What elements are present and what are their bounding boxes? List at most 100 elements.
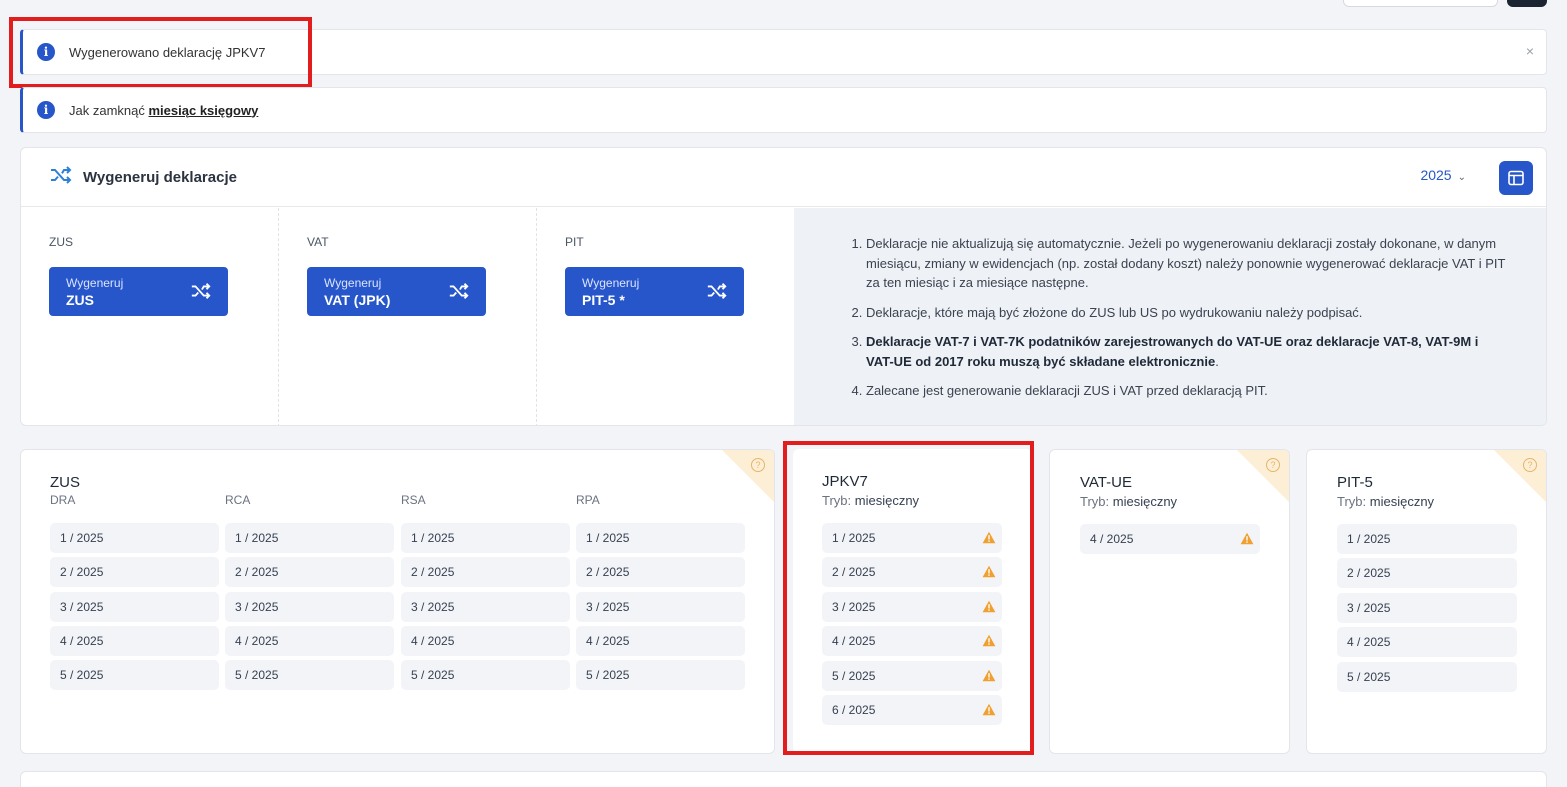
col-label: ZUS	[49, 235, 73, 249]
generate-header: Wygeneruj deklaracje 2025 ⌄	[21, 148, 1546, 207]
period-item[interactable]: 2 / 2025	[225, 557, 394, 588]
period-label: 5 / 2025	[832, 668, 876, 683]
period-item[interactable]: 3 / 2025	[225, 591, 394, 622]
period-item[interactable]: 3 / 2025	[1337, 592, 1517, 623]
period-item[interactable]: 4 / 2025	[225, 625, 394, 656]
year-select[interactable]: 2025 ⌄	[1420, 167, 1466, 183]
period-label: 2 / 2025	[586, 565, 630, 580]
help-corner	[722, 450, 774, 502]
period-label: 5 / 2025	[411, 668, 455, 683]
alert-generated-text: Wygenerowano deklarację JPKV7	[69, 44, 266, 60]
help-icon[interactable]: ?	[1523, 458, 1537, 472]
jpk-title: JPKV7	[822, 473, 868, 490]
shuffle-icon	[190, 281, 212, 306]
period-item[interactable]: 5 / 2025	[225, 660, 394, 691]
note-item: Deklaracje nie aktualizują się automatyc…	[866, 234, 1506, 293]
warning-icon-wrap	[982, 669, 996, 685]
period-item[interactable]: 3 / 2025	[576, 591, 745, 622]
top-secondary-button[interactable]	[1343, 0, 1498, 7]
month-close-link[interactable]: miesiąc księgowy	[149, 103, 259, 118]
period-item[interactable]: 4 / 2025	[401, 625, 570, 656]
mode-value: miesięczny	[1369, 494, 1435, 509]
btn-big-label: VAT (JPK)	[324, 292, 391, 308]
period-item[interactable]: 1 / 2025	[822, 523, 1002, 553]
period-label: 1 / 2025	[1347, 532, 1391, 546]
period-item[interactable]: 3 / 2025	[401, 591, 570, 622]
period-item[interactable]: 3 / 2025	[50, 591, 219, 622]
generate-zus-button[interactable]: Wygeneruj ZUS	[49, 267, 228, 316]
period-item[interactable]: 5 / 2025	[576, 660, 745, 691]
period-item[interactable]: 5 / 2025	[822, 660, 1002, 691]
period-label: 5 / 2025	[235, 668, 279, 683]
pit-card: ? PIT-5 Tryb: miesięczny 1 / 2025 2 / 202…	[1306, 449, 1547, 754]
notes-list: Deklaracje nie aktualizują się automatyc…	[866, 234, 1506, 411]
period-item[interactable]: 2 / 2025	[576, 557, 745, 588]
period-label: 5 / 2025	[1347, 669, 1391, 684]
btn-small-label: Wygeneruj	[66, 276, 124, 290]
warning-icon-wrap	[1240, 532, 1254, 548]
generate-col-vat: VAT Wygeneruj VAT (JPK)	[279, 208, 537, 425]
pit-title: PIT-5	[1337, 474, 1373, 491]
warning-icon	[982, 566, 996, 578]
period-item[interactable]: 5 / 2025	[50, 660, 219, 691]
period-item[interactable]: 1 / 2025	[225, 523, 394, 553]
alert-howto-text: Jak zamknąć miesiąc księgowy	[69, 103, 258, 118]
period-label: 6 / 2025	[832, 703, 876, 717]
period-item[interactable]: 6 / 2025	[822, 695, 1002, 725]
period-item[interactable]: 2 / 2025	[1337, 558, 1517, 589]
generate-panel: Wygeneruj deklaracje 2025 ⌄ ZUS Wygeneruj…	[20, 147, 1547, 426]
info-icon: i	[37, 43, 55, 61]
warning-icon-wrap	[982, 600, 996, 616]
mode-value: miesięczny	[1112, 494, 1178, 509]
period-item[interactable]: 4 / 2025	[1080, 524, 1260, 554]
next-panel	[20, 771, 1547, 787]
zus-title: ZUS	[50, 474, 80, 491]
period-label: 4 / 2025	[1090, 532, 1134, 546]
zus-card: ? ZUS DRA 1 / 2025 2 / 2025 3 / 2025 4 / 202…	[20, 449, 775, 754]
period-label: 4 / 2025	[832, 634, 876, 649]
note-tail: .	[1215, 353, 1219, 369]
notes-panel: Deklaracje nie aktualizują się automatyc…	[794, 208, 1546, 425]
period-item[interactable]: 4 / 2025	[576, 625, 745, 656]
period-item[interactable]: 4 / 2025	[822, 626, 1002, 657]
generate-vat-button[interactable]: Wygeneruj VAT (JPK)	[307, 267, 486, 316]
period-item[interactable]: 2 / 2025	[50, 557, 219, 588]
period-label: 4 / 2025	[235, 633, 279, 648]
pit-mode: Tryb: miesięczny	[1337, 494, 1434, 509]
warning-icon	[982, 531, 996, 544]
generate-pit-button[interactable]: Wygeneruj PIT-5 *	[565, 267, 744, 316]
period-item[interactable]: 4 / 2025	[50, 625, 219, 656]
vatue-title: VAT-UE	[1080, 474, 1132, 491]
period-item[interactable]: 1 / 2025	[401, 523, 570, 553]
period-item[interactable]: 4 / 2025	[1337, 627, 1517, 658]
help-icon[interactable]: ?	[1266, 458, 1280, 472]
period-label: 5 / 2025	[60, 668, 104, 683]
period-item[interactable]: 3 / 2025	[822, 591, 1002, 622]
period-label: 3 / 2025	[586, 599, 630, 614]
warning-icon-wrap	[982, 634, 996, 650]
generate-col-pit: PIT Wygeneruj PIT-5 *	[537, 208, 795, 425]
help-icon[interactable]: ?	[751, 458, 765, 472]
period-item[interactable]: 5 / 2025	[401, 660, 570, 691]
alert-howto-prefix: Jak zamknąć	[69, 102, 145, 118]
help-corner	[1237, 450, 1289, 502]
period-label: 4 / 2025	[1347, 635, 1391, 650]
generate-col-zus: ZUS Wygeneruj ZUS	[21, 208, 279, 425]
col-label: VAT	[307, 235, 329, 249]
period-item[interactable]: 1 / 2025	[50, 523, 219, 553]
period-item[interactable]: 1 / 2025	[1337, 524, 1517, 554]
period-item[interactable]: 5 / 2025	[1337, 661, 1517, 692]
period-item[interactable]: 1 / 2025	[576, 523, 745, 553]
alert-generated: i Wygenerowano deklarację JPKV7 ×	[20, 29, 1547, 75]
zus-col-label: RCA	[225, 493, 251, 507]
top-primary-button[interactable]	[1507, 0, 1547, 7]
info-icon: i	[37, 101, 55, 119]
close-icon[interactable]: ×	[1526, 43, 1534, 59]
period-item[interactable]: 2 / 2025	[401, 557, 570, 588]
layout-toggle-button[interactable]	[1499, 161, 1533, 195]
period-label: 2 / 2025	[832, 565, 876, 580]
warning-icon	[982, 600, 996, 612]
period-item[interactable]: 2 / 2025	[822, 557, 1002, 588]
period-label: 3 / 2025	[1347, 600, 1391, 615]
note-item: Zalecane jest generowanie deklaracji ZUS…	[866, 381, 1506, 401]
